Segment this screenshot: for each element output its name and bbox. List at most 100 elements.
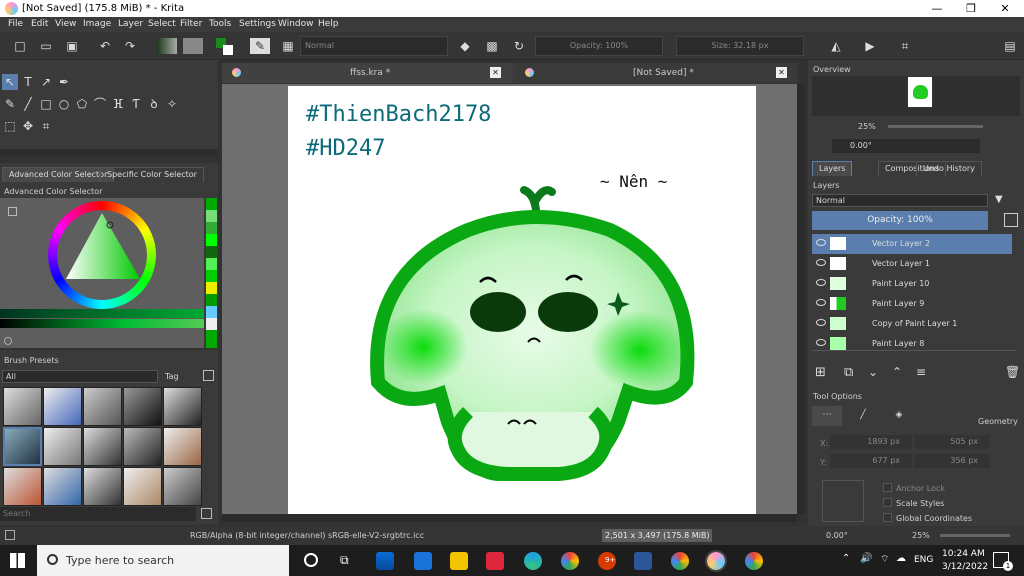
reload-preset-icon[interactable]: ↻: [511, 38, 527, 54]
opacity-slider[interactable]: Opacity: 100%: [535, 36, 663, 56]
height-input[interactable]: 356 px: [914, 454, 990, 468]
stroke-option-icon[interactable]: ╱: [848, 406, 878, 426]
close-icon[interactable]: ✕: [490, 67, 501, 78]
global-coordinates-checkbox[interactable]: [883, 513, 892, 522]
selection-mode-icon[interactable]: [5, 530, 15, 540]
brush-preset-pen[interactable]: [163, 387, 202, 426]
layer-properties-icon[interactable]: [1004, 213, 1018, 227]
layer-row[interactable]: Vector Layer 2: [812, 234, 1012, 254]
vivaldi-icon[interactable]: [486, 552, 504, 570]
brush-filter-select[interactable]: All: [2, 370, 158, 383]
brush-settings-icon[interactable]: ▦: [280, 38, 296, 54]
layer-row[interactable]: Paint Layer 9: [812, 294, 1012, 314]
width-input[interactable]: 505 px: [914, 435, 990, 449]
network-icon[interactable]: ⌔: [880, 553, 889, 566]
overview-rotation-input[interactable]: 0.00°: [832, 139, 980, 153]
brush-preset-brush-pen[interactable]: [123, 427, 162, 466]
anchor-grid[interactable]: [822, 480, 864, 522]
brush-preset-marker[interactable]: [43, 427, 82, 466]
menu-tools[interactable]: Tools: [209, 19, 231, 29]
brush-options-icon[interactable]: [201, 508, 212, 519]
brush-preset-fineliner[interactable]: [83, 427, 122, 466]
polygon-tool-icon[interactable]: ⬠: [74, 96, 90, 112]
anchor-lock-checkbox[interactable]: [883, 483, 892, 492]
mirror-horizontal-icon[interactable]: ◭: [828, 38, 844, 54]
taskbar-search-box[interactable]: Type here to search: [37, 545, 289, 576]
close-icon[interactable]: ✕: [776, 67, 787, 78]
tab-specific-color-selector[interactable]: Specific Color Selector: [100, 167, 204, 182]
y-position-input[interactable]: 677 px: [830, 454, 912, 468]
cortana-icon[interactable]: [304, 553, 318, 567]
language-indicator[interactable]: ENG: [914, 555, 933, 565]
alpha-lock-icon[interactable]: ▩: [484, 38, 500, 54]
menu-view[interactable]: View: [55, 19, 76, 29]
edge-icon[interactable]: [524, 552, 542, 570]
open-document-icon[interactable]: ▭: [38, 38, 54, 54]
blend-mode-select[interactable]: Normal: [300, 36, 448, 56]
canvas-vertical-scrollbar[interactable]: [797, 84, 805, 514]
calligraphy-icon[interactable]: ✒: [56, 74, 72, 90]
background-color-swatch[interactable]: [223, 45, 233, 55]
task-view-icon[interactable]: ⧉: [340, 553, 349, 568]
pattern-preset-button[interactable]: [183, 38, 203, 54]
rectangle-tool-icon[interactable]: □: [38, 96, 54, 112]
menu-help[interactable]: Help: [318, 19, 339, 29]
doc-tab-2[interactable]: [Not Saved] * ✕: [515, 63, 797, 83]
layer-properties-button-icon[interactable]: ≡: [916, 365, 926, 379]
mail-icon[interactable]: [414, 552, 432, 570]
tab-layers[interactable]: Layers: [812, 161, 853, 176]
freehand-path-icon[interactable]: Ƭ: [128, 96, 144, 112]
status-zoom-slider[interactable]: [940, 534, 1010, 537]
eraser-icon[interactable]: ◆: [457, 38, 473, 54]
color-settings-icon[interactable]: [8, 207, 17, 216]
layer-row[interactable]: Vector Layer 1: [812, 254, 1012, 274]
clock-time[interactable]: 10:24 AM: [942, 549, 985, 559]
move-layer-up-icon[interactable]: ⌃: [892, 365, 902, 379]
fill-option-icon[interactable]: ◈: [884, 406, 914, 426]
wrap-around-icon[interactable]: ⌗: [897, 38, 913, 54]
volume-icon[interactable]: 🔊: [860, 553, 872, 564]
overview-zoom-slider[interactable]: [888, 125, 983, 128]
crop-tool-icon[interactable]: ⌗: [38, 118, 54, 134]
gradient-preset-button[interactable]: [157, 38, 177, 54]
delete-layer-icon[interactable]: 🗑: [1005, 365, 1020, 379]
redo-icon[interactable]: ↷: [122, 38, 138, 54]
brush-preset-sketch[interactable]: [163, 467, 202, 506]
brush-preset-button[interactable]: ✎: [250, 38, 270, 54]
visibility-eye-icon[interactable]: [816, 239, 826, 246]
file-explorer-icon[interactable]: [450, 552, 468, 570]
mirror-vertical-icon[interactable]: ▶: [862, 38, 878, 54]
tray-chevron-icon[interactable]: ⌃: [842, 553, 850, 564]
microsoft-store-icon[interactable]: [376, 552, 394, 570]
chrome-icon[interactable]: [561, 552, 579, 570]
overview-thumbnail-area[interactable]: [812, 76, 1020, 116]
menu-edit[interactable]: Edit: [31, 19, 48, 29]
add-layer-icon[interactable]: ⊞: [815, 365, 826, 380]
onedrive-icon[interactable]: ☁: [896, 553, 906, 564]
notifications-icon[interactable]: 1: [993, 552, 1013, 571]
ellipse-tool-icon[interactable]: ○: [56, 96, 72, 112]
menu-select[interactable]: Select: [148, 19, 176, 29]
dynamic-brush-icon[interactable]: ꝺ: [146, 96, 162, 112]
chrome-profile-icon[interactable]: [671, 552, 689, 570]
undo-icon[interactable]: ↶: [97, 38, 113, 54]
visibility-eye-icon[interactable]: [816, 279, 826, 286]
brush-preset-ink-splatter[interactable]: [123, 387, 162, 426]
canvas-horizontal-scrollbar[interactable]: [222, 514, 797, 522]
visibility-eye-icon[interactable]: [816, 339, 826, 346]
menu-file[interactable]: File: [8, 19, 23, 29]
new-document-icon[interactable]: □: [12, 38, 28, 54]
menu-window[interactable]: Window: [278, 19, 314, 29]
shade-bar-2[interactable]: [0, 319, 204, 328]
word-icon[interactable]: [634, 552, 652, 570]
edit-shapes-icon[interactable]: ↗: [38, 74, 54, 90]
chrome-secondary-icon[interactable]: [745, 552, 763, 570]
menu-image[interactable]: Image: [83, 19, 111, 29]
tag-button[interactable]: Tag: [165, 370, 179, 383]
tab-undo-history[interactable]: Undo History: [916, 161, 982, 176]
brush-preset-pastel[interactable]: [123, 467, 162, 506]
minimize-button[interactable]: —: [920, 0, 954, 17]
shade-bar-1[interactable]: [0, 309, 204, 318]
clock-date[interactable]: 3/12/2022: [942, 562, 988, 572]
windows-start-icon[interactable]: [10, 553, 25, 568]
